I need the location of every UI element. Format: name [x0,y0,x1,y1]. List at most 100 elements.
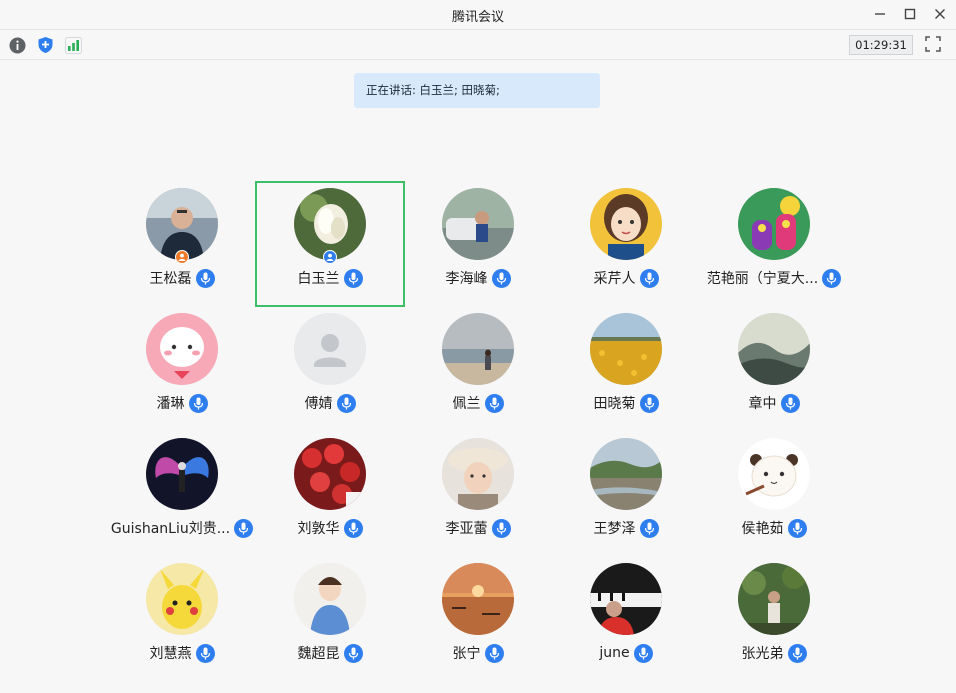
participant-tile[interactable]: 佩兰 [404,307,552,431]
microphone-status-icon [234,518,254,538]
cartoon-girl-avatar-image [590,188,662,260]
avatar [146,438,218,510]
host-badge-icon [175,250,189,264]
participant-tile[interactable]: 范艳丽（宁夏大... [700,182,848,306]
participant-name: 田晓菊 [593,396,636,412]
cohost-badge-icon [323,250,337,264]
microphone-icon [496,522,506,534]
microphone-icon [341,397,351,409]
child-by-car-avatar-image [442,188,514,260]
avatar [738,188,810,260]
red-fruits-avatar-image [294,438,366,510]
participant-name-row: 刘敦华 [256,518,404,538]
avatar [738,313,810,385]
minimize-icon [875,13,885,15]
microphone-icon [496,272,506,284]
title-bar: 腾讯会议 [0,0,956,29]
participant-tile[interactable]: 刘敦华 [256,432,404,556]
microphone-status-icon [484,643,504,663]
participant-name-row: 王梦泽 [552,518,700,538]
participant-tile[interactable]: 张宁 [404,557,552,681]
avatar [590,438,662,510]
microphone-status-icon [639,268,659,288]
colorful-cartoon-avatar-image [738,188,810,260]
fullscreen-button[interactable] [925,36,943,54]
microphone-icon [200,647,210,659]
microphone-status-icon [195,643,215,663]
avatar [738,438,810,510]
sunset-lake-avatar-image [442,563,514,635]
participant-tile[interactable]: 白玉兰 [255,181,405,307]
participant-name: 范艳丽（宁夏大... [706,271,819,287]
microphone-icon [348,647,358,659]
avatar [146,313,218,385]
avatar [294,438,366,510]
participant-tile[interactable]: 李海峰 [404,182,552,306]
info-button[interactable] [7,35,27,55]
window-title: 腾讯会议 [451,10,504,25]
participant-name: 李海峰 [445,271,488,287]
participant-tile[interactable]: 李亚蕾 [404,432,552,556]
security-button[interactable] [35,35,55,55]
participant-name-row: 范艳丽（宁夏大... [700,268,848,288]
microphone-icon [644,522,654,534]
participant-tile[interactable]: 潘琳 [108,307,256,431]
microphone-icon [489,397,499,409]
participant-name: 张宁 [452,646,481,662]
participant-name-row: GuishanLiu刘贵... [108,518,256,538]
pikachu-avatar-image [146,563,218,635]
participant-name: GuishanLiu刘贵... [110,521,231,537]
participant-name: 王梦泽 [593,521,636,537]
microphone-icon [785,397,795,409]
man-in-garden-avatar-image [738,563,810,635]
participant-tile[interactable]: 傅婧 [256,307,404,431]
participant-name: 侯艳茹 [741,521,784,537]
person-with-wings-avatar-image [146,438,218,510]
participant-tile[interactable]: 田晓菊 [552,307,700,431]
participant-name-row: 李海峰 [404,268,552,288]
network-signal-button[interactable] [63,35,83,55]
microphone-icon [348,272,358,284]
participant-tile[interactable]: 张光弟 [700,557,848,681]
maximize-icon [904,8,916,20]
participant-tile[interactable]: 采芹人 [552,182,700,306]
microphone-status-icon [780,393,800,413]
microphone-status-icon [195,268,215,288]
microphone-icon [238,522,249,534]
participant-name-row: 侯艳茹 [700,518,848,538]
microphone-status-icon [639,518,659,538]
minimize-button[interactable] [869,4,891,24]
pink-cartoon-avatar-image [146,313,218,385]
microphone-icon [792,522,802,534]
illustrated-boy-avatar-image [294,563,366,635]
participant-tile[interactable]: 刘慧燕 [108,557,256,681]
microphone-status-icon [336,393,356,413]
microphone-icon [644,397,654,409]
participant-tile[interactable]: 王松磊 [108,182,256,306]
participant-tile[interactable]: 章中 [700,307,848,431]
speaking-indicator: 正在讲话: 白玉兰; 田晓菊; [354,73,600,108]
person-on-beach-avatar-image [442,313,514,385]
participant-tile[interactable]: 侯艳茹 [700,432,848,556]
participant-tile[interactable]: 王梦泽 [552,432,700,556]
avatar [738,563,810,635]
fullscreen-icon [925,36,941,52]
maximize-button[interactable] [899,4,921,24]
participant-tile[interactable]: GuishanLiu刘贵... [108,432,256,556]
participant-name-row: 刘慧燕 [108,643,256,663]
avatar [294,313,366,385]
participant-name: 王松磊 [149,271,192,287]
participant-tile[interactable]: 魏超昆 [256,557,404,681]
info-icon [9,37,25,53]
avatar [442,563,514,635]
participant-tile[interactable]: june [552,557,700,681]
participant-name-row: 张光弟 [700,643,848,663]
close-button[interactable] [929,4,951,24]
participant-name-row: 章中 [700,393,848,413]
microphone-status-icon [343,518,363,538]
microphone-status-icon [188,393,208,413]
microphone-icon [827,272,837,284]
participant-name-row: 王松磊 [108,268,256,288]
participant-name: 章中 [748,396,777,412]
close-icon [935,9,945,19]
